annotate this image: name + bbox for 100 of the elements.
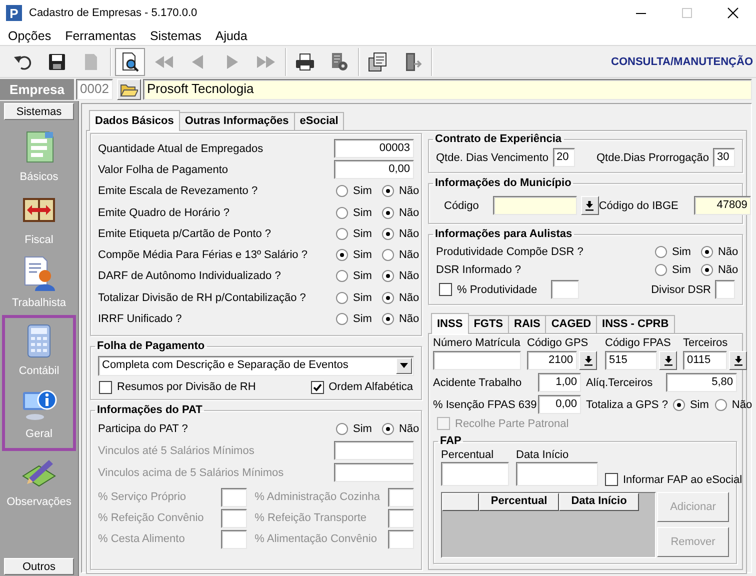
tab[interactable]: Dados Básicos bbox=[89, 110, 180, 131]
radio-button[interactable] bbox=[714, 398, 727, 410]
input-field[interactable]: 47809 bbox=[694, 196, 752, 215]
down-arrow-icon bbox=[584, 356, 592, 366]
input-field[interactable] bbox=[220, 530, 247, 549]
input-field[interactable] bbox=[492, 196, 577, 215]
input-field[interactable]: 0,00 bbox=[334, 160, 414, 180]
checkbox[interactable] bbox=[605, 473, 618, 486]
input-field[interactable] bbox=[433, 351, 521, 370]
open-button[interactable] bbox=[117, 79, 141, 100]
field-label: % Serviço Próprio bbox=[98, 491, 188, 504]
input-field[interactable] bbox=[715, 280, 735, 299]
field-label: Vinculos até 5 Salários Mínimos bbox=[98, 444, 254, 457]
field-label: % Refeição Convênio bbox=[98, 512, 205, 524]
radio-button[interactable] bbox=[336, 422, 348, 435]
menu-item[interactable]: Ajuda bbox=[208, 26, 254, 45]
input-field[interactable]: 30 bbox=[713, 148, 735, 167]
radio-button[interactable] bbox=[336, 313, 348, 326]
toolbar-button[interactable] bbox=[115, 48, 145, 76]
input-field[interactable] bbox=[388, 488, 414, 507]
radio-button[interactable] bbox=[336, 228, 348, 240]
group-title: Informações do Município bbox=[434, 177, 572, 190]
input-field[interactable] bbox=[551, 280, 580, 299]
app-logo: P bbox=[6, 5, 22, 21]
menu-item[interactable]: Sistemas bbox=[142, 26, 208, 45]
input-field[interactable] bbox=[334, 463, 414, 482]
field-label: Percentual bbox=[441, 449, 495, 461]
radio-button[interactable] bbox=[655, 264, 667, 276]
field-label: Código bbox=[444, 200, 479, 212]
input-field[interactable]: 0002 bbox=[76, 79, 113, 100]
input-field[interactable]: 2100 bbox=[527, 351, 577, 370]
input-field[interactable] bbox=[388, 530, 414, 549]
radio-button[interactable] bbox=[382, 292, 394, 304]
radio-button[interactable] bbox=[336, 249, 348, 262]
field-label: Divisor DSR bbox=[651, 284, 711, 296]
input-field[interactable]: 00003 bbox=[334, 139, 414, 158]
radio-button[interactable] bbox=[382, 422, 394, 435]
radio-button[interactable] bbox=[382, 249, 394, 262]
section-header[interactable]: Outros bbox=[4, 558, 74, 575]
input-field[interactable]: 0115 bbox=[683, 351, 727, 370]
window-title: Cadastro de Empresas - 5.170.0.0 bbox=[29, 7, 198, 19]
field-label: Alíq.Terceiros bbox=[586, 376, 653, 388]
input-field[interactable]: 1,00 bbox=[538, 373, 581, 392]
dropdown-select[interactable]: Completa com Descrição e Separação de Eventos bbox=[98, 356, 414, 376]
radio-button[interactable] bbox=[382, 206, 394, 219]
radio-button[interactable] bbox=[672, 398, 685, 410]
radio-button[interactable] bbox=[336, 270, 348, 282]
tab[interactable]: INSS bbox=[431, 313, 469, 334]
tab[interactable]: INSS - CPRB bbox=[596, 315, 675, 333]
radio-label: Não bbox=[398, 249, 420, 262]
menu-item[interactable]: Ferramentas bbox=[58, 26, 143, 45]
dropdown-button[interactable] bbox=[580, 196, 599, 215]
checkbox[interactable] bbox=[99, 380, 112, 394]
radio-label: Sim bbox=[672, 246, 691, 258]
dropdown-button[interactable] bbox=[579, 351, 597, 370]
radio-button[interactable] bbox=[336, 185, 348, 198]
checkbox[interactable] bbox=[439, 283, 452, 296]
dropdown-button[interactable] bbox=[659, 351, 677, 370]
radio-button[interactable] bbox=[382, 270, 394, 282]
radio-label: Sim bbox=[353, 422, 372, 435]
section-header[interactable]: Sistemas bbox=[4, 103, 74, 120]
radio-label: Sim bbox=[353, 185, 372, 198]
input-field[interactable] bbox=[334, 441, 414, 460]
group-title: Informações para Aulistas bbox=[434, 228, 574, 241]
radio-button[interactable] bbox=[655, 246, 667, 258]
input-field[interactable] bbox=[388, 508, 414, 528]
radio-button[interactable] bbox=[700, 246, 713, 258]
radio-button[interactable] bbox=[382, 313, 394, 326]
radio-button[interactable] bbox=[336, 292, 348, 304]
tab[interactable]: eSocial bbox=[294, 112, 344, 130]
input-field[interactable]: Prosoft Tecnologia bbox=[143, 79, 752, 100]
radio-button[interactable] bbox=[382, 185, 394, 198]
group-title: Contrato de Experiência bbox=[434, 133, 563, 146]
menu-item[interactable]: Opções bbox=[1, 26, 58, 45]
input-field[interactable] bbox=[516, 462, 598, 486]
checkbox-label: Recolhe Parte Patronal bbox=[455, 418, 569, 430]
field-label: Emite Escala de Revezamento ? bbox=[98, 185, 258, 198]
dropdown-button[interactable] bbox=[729, 351, 747, 370]
input-field[interactable]: 20 bbox=[552, 148, 575, 167]
radio-label: Não bbox=[398, 313, 420, 326]
field-label: Emite Etiqueta p/Cartão de Ponto ? bbox=[98, 228, 272, 240]
input-field[interactable]: 515 bbox=[605, 351, 657, 370]
input-field[interactable] bbox=[441, 462, 509, 486]
radio-button[interactable] bbox=[382, 228, 394, 240]
field-label: Empresa bbox=[0, 79, 74, 100]
radio-button[interactable] bbox=[336, 206, 348, 219]
input-field[interactable] bbox=[220, 508, 247, 528]
column-header: Data Início bbox=[559, 493, 639, 511]
radio-label: Não bbox=[398, 206, 420, 219]
checkbox-label: % Produtividade bbox=[457, 284, 538, 296]
printer-icon bbox=[294, 50, 316, 72]
input-field[interactable]: 5,80 bbox=[666, 373, 737, 392]
input-field[interactable]: 0,00 bbox=[538, 395, 581, 414]
folder-icon bbox=[120, 82, 138, 97]
field-label: Valor Folha de Pagamento bbox=[98, 164, 228, 176]
checkbox[interactable] bbox=[310, 380, 324, 394]
field-label: Vinculos acima de 5 Salários Mínimos bbox=[98, 466, 284, 479]
radio-button[interactable] bbox=[700, 264, 713, 276]
group-title: Informações do PAT bbox=[96, 404, 204, 417]
input-field[interactable] bbox=[220, 488, 247, 507]
